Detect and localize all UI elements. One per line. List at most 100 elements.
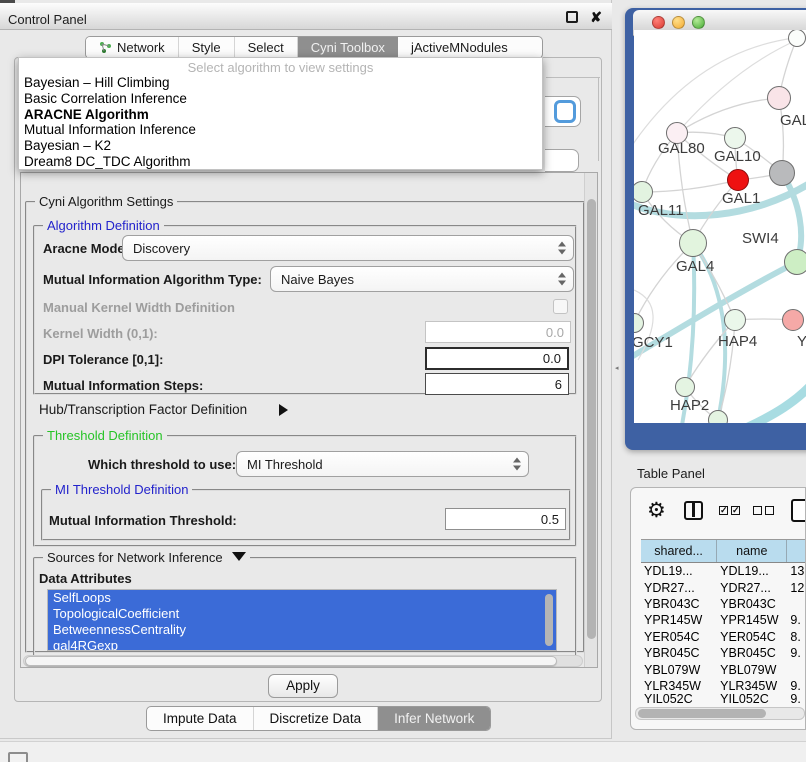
network-node-hap2[interactable] [675,377,695,397]
table-header-row: shared... name [641,539,806,563]
deselect-all-checks-icon[interactable] [753,506,774,515]
table-row-clipped[interactable]: YIL052C YIL052C 9. [641,694,806,704]
network-node-gal4[interactable] [679,229,707,257]
float-window-button[interactable] [566,11,578,23]
network-node-salmon[interactable] [782,309,804,331]
tab-infer-network[interactable]: Infer Network [378,707,490,730]
settings-hscrollbar-track[interactable] [23,655,583,667]
algorithm-combobox-fragment[interactable] [545,96,581,127]
table-row[interactable]: YPR145W YPR145W 9. [641,612,806,628]
minimize-window-icon[interactable] [672,16,685,29]
network-node-gray[interactable] [769,160,795,186]
table-row[interactable]: YBL079W YBL079W [641,661,806,677]
settings-vscrollbar-track[interactable] [584,173,597,667]
tab-impute-data-label: Impute Data [163,711,237,726]
tab-infer-network-label: Infer Network [394,711,474,726]
attribute-item[interactable]: SelfLoops [48,590,556,606]
tab-discretize-data[interactable]: Discretize Data [254,707,379,730]
column-header-shared[interactable]: shared... [641,540,717,562]
column-header-name[interactable]: name [717,540,787,562]
table-row[interactable]: YDR27... YDR27... 12 [641,579,806,595]
network-node-gal1-red[interactable] [727,169,749,191]
cell: YPR145W [717,612,787,628]
table-row[interactable]: YER054C YER054C 8. [641,629,806,645]
manual-kernel-label: Manual Kernel Width Definition [43,300,235,315]
close-panel-button[interactable]: ✘ [590,9,602,26]
status-strip [0,741,806,762]
dropdown-item-aracne[interactable]: ARACNE Algorithm [19,107,542,123]
mi-threshold-field[interactable]: 0.5 [445,508,566,530]
network-node-gal10[interactable] [724,127,746,149]
panel-splitter-handle[interactable]: ◂ [615,366,620,372]
attribute-item[interactable]: gal4RGexp [48,638,556,651]
table-row[interactable]: YBR045C YBR045C 9. [641,645,806,661]
table-combobox-fragment[interactable] [545,149,579,172]
which-threshold-label: Which threshold to use: [88,457,236,472]
tab-style[interactable]: Style [179,37,235,58]
cell [787,596,806,612]
tab-cyni-toolbox[interactable]: Cyni Toolbox [298,37,398,58]
dpi-tolerance-field[interactable]: 0.0 [425,347,569,370]
settings-hscrollbar-thumb[interactable] [25,656,557,666]
split-columns-icon[interactable] [684,501,703,520]
tab-network[interactable]: Network [86,37,179,58]
cell: YBR045C [717,645,787,661]
expand-right-icon[interactable] [279,402,288,420]
combo-stepper-icon [558,242,566,255]
mi-steps-field[interactable]: 6 [425,373,569,395]
mi-type-combobox[interactable]: Naive Bayes [270,266,574,292]
network-node-swi4[interactable] [784,249,806,275]
tab-impute-data[interactable]: Impute Data [147,707,254,730]
cell: YBR045C [641,645,717,661]
close-window-icon[interactable] [652,16,665,29]
attribute-item[interactable]: BetweennessCentrality [48,622,556,638]
network-canvas[interactable]: GAL GAL80 GAL10 GAL1 GAL11 GAL4 SWI4 GCY… [634,30,806,423]
table-function-icon[interactable] [791,499,806,522]
data-attributes-list[interactable]: SelfLoops TopologicalCoefficient Between… [47,589,557,651]
tab-jactivemnodules-label: jActiveMNodules [411,40,508,55]
checked-box-icon: ✓ [731,506,740,515]
tab-select[interactable]: Select [235,37,298,58]
zoom-window-icon[interactable] [692,16,705,29]
collapse-down-icon[interactable] [232,552,246,561]
cell: YIL052C [717,694,787,704]
node-label: GCY1 [634,334,673,351]
table-row[interactable]: YDL19... YDL19... 13 [641,563,806,579]
gear-icon[interactable]: ⚙ [647,498,666,523]
which-threshold-combobox[interactable]: MI Threshold [236,451,529,477]
table-hscrollbar-thumb[interactable] [638,709,766,718]
dropdown-item[interactable]: Bayesian – K2 [19,138,542,154]
hidden-groupbox-border [546,77,600,78]
kernel-width-label: Kernel Width (0,1): [43,326,158,341]
select-all-checks-icon[interactable]: ✓ ✓ [719,506,740,515]
dropdown-item[interactable]: Mutual Information Inference [19,122,542,138]
table-row[interactable]: YLR345W YLR345W 9. [641,678,806,694]
table-panel-window: ⚙ ✓ ✓ shared... name YDL19... YDL19... 1… [630,487,806,730]
attribute-item[interactable]: TopologicalCoefficient [48,606,556,622]
table-row[interactable]: YBR043C YBR043C [641,596,806,612]
settings-vscrollbar-thumb[interactable] [587,199,596,639]
dropdown-item[interactable]: Basic Correlation Inference [19,91,542,107]
network-node[interactable] [708,410,728,423]
combo-stepper-icon [558,273,566,286]
dropdown-item[interactable]: Bayesian – Hill Climbing [19,75,542,91]
minimized-panel-button[interactable] [8,752,28,762]
column-header-clipped[interactable] [787,540,806,562]
network-node-hap4[interactable] [724,309,746,331]
unchecked-box-icon [765,506,774,515]
cyni-settings-scrollpane: Cyni Algorithm Settings Algorithm Defini… [20,172,598,668]
cell: YBR043C [717,596,787,612]
tab-jactivemnodules[interactable]: jActiveMNodules [398,37,521,58]
network-view-window: GAL GAL80 GAL10 GAL1 GAL11 GAL4 SWI4 GCY… [625,8,806,450]
which-threshold-value: MI Threshold [247,457,323,472]
table-panel-title: Table Panel [637,466,705,481]
node-label: GAL [780,112,806,129]
apply-button[interactable]: Apply [268,674,338,698]
network-node-gal[interactable] [767,86,791,110]
dropdown-item[interactable]: Dream8 DC_TDC Algorithm [19,154,542,170]
table-hscrollbar-track[interactable] [635,707,805,720]
manual-kernel-checkbox[interactable] [553,299,568,314]
aracne-mode-combobox[interactable]: Discovery [122,235,574,261]
list-scrollbar-thumb[interactable] [545,594,553,646]
dropdown-placeholder: Select algorithm to view settings [19,58,542,75]
